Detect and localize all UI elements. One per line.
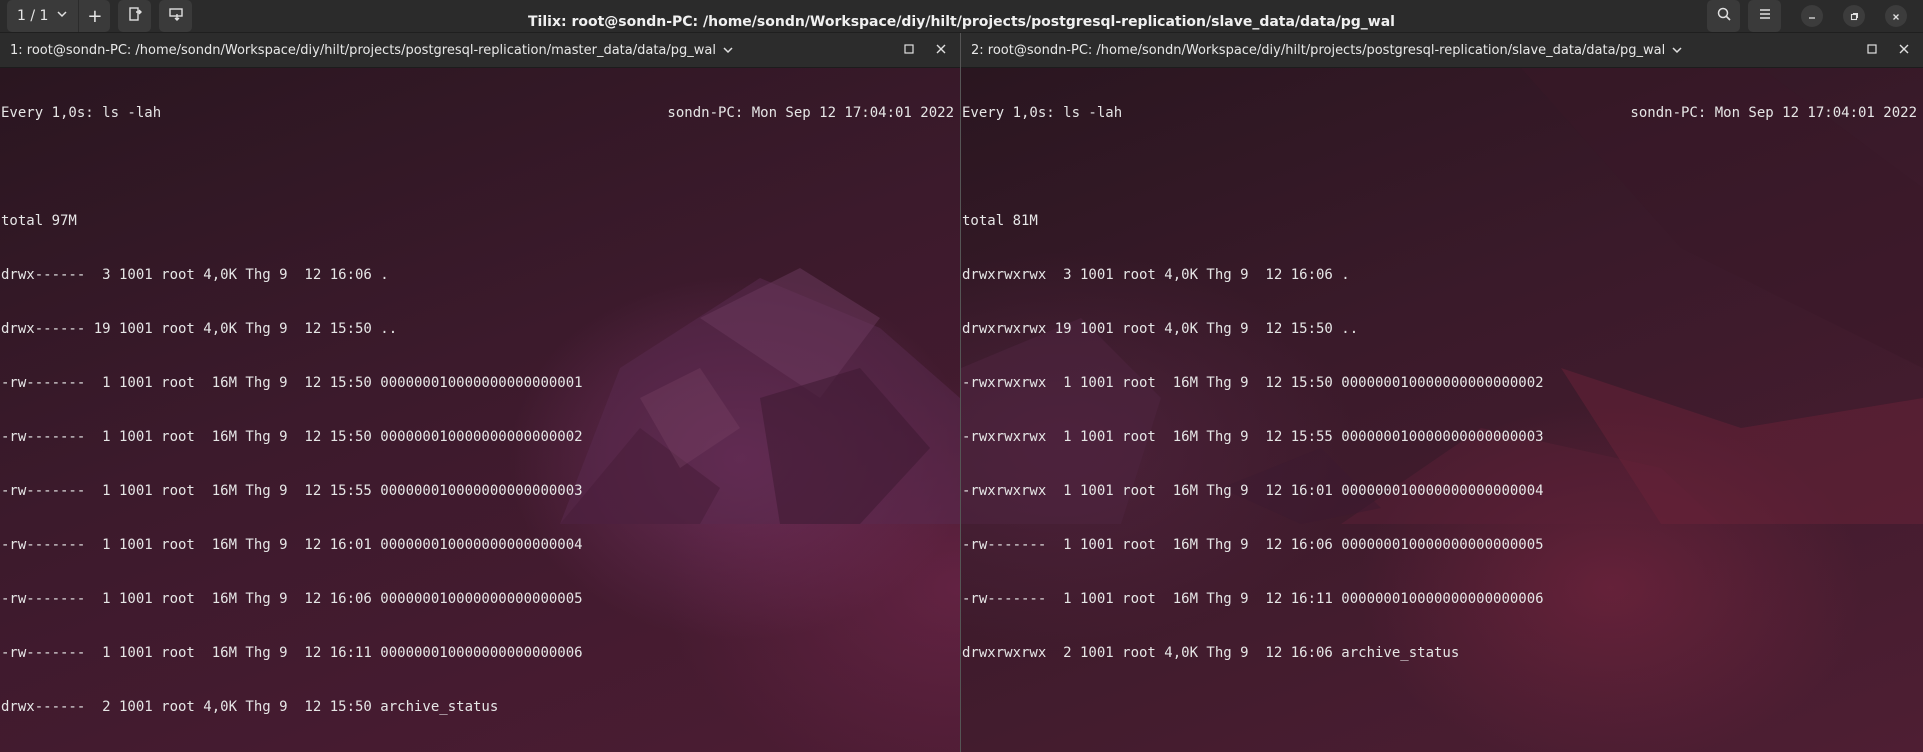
- window-title: Tilix: root@sondn-PC: /home/sondn/Worksp…: [528, 14, 1395, 30]
- search-icon: [1716, 6, 1732, 26]
- minimize-icon: [1807, 7, 1817, 26]
- listing-row: -rw------- 1 1001 root 16M Thg 9 12 16:0…: [1, 591, 583, 607]
- session-switcher: 1 / 1 +: [7, 0, 111, 32]
- maximize-terminal-button[interactable]: [904, 43, 914, 58]
- listing-row: -rw------- 1 1001 root 16M Thg 9 12 15:5…: [1, 483, 583, 499]
- split-right-icon: [127, 6, 143, 26]
- close-terminal-button[interactable]: [936, 43, 946, 58]
- terminal-title: 2: root@sondn-PC: /home/sondn/Workspace/…: [971, 42, 1666, 58]
- listing-row: -rw------- 1 1001 root 16M Thg 9 12 16:1…: [1, 645, 583, 661]
- terminal-view[interactable]: Every 1,0s: ls -lah sondn-PC: Mon Sep 12…: [0, 68, 960, 752]
- terminal-title-bar[interactable]: 2: root@sondn-PC: /home/sondn/Workspace/…: [961, 33, 1923, 68]
- close-icon: [1891, 7, 1901, 26]
- total-line: total 81M: [962, 213, 1038, 229]
- chevron-down-icon[interactable]: [722, 44, 734, 56]
- listing-row: -rwxrwxrwx 1 1001 root 16M Thg 9 12 16:0…: [962, 483, 1544, 499]
- tilix-window: 1 / 1 + Tilix: root@sondn-PC: /home/sond…: [0, 0, 1923, 752]
- header-left-controls: 1 / 1 +: [0, 0, 193, 32]
- plus-icon: +: [87, 5, 103, 27]
- header-bar: 1 / 1 + Tilix: root@sondn-PC: /home/sond…: [0, 0, 1923, 33]
- chevron-down-icon: [56, 8, 68, 24]
- listing-row: drwx------ 3 1001 root 4,0K Thg 9 12 16:…: [1, 267, 389, 283]
- listing-row: drwxrwxrwx 19 1001 root 4,0K Thg 9 12 15…: [962, 321, 1359, 337]
- listing-row: -rw------- 1 1001 root 16M Thg 9 12 16:0…: [1, 537, 583, 553]
- watch-host-time: sondn-PC: Mon Sep 12 17:04:01 2022: [667, 105, 954, 121]
- terminal-output: Every 1,0s: ls -lah sondn-PC: Mon Sep 12…: [0, 68, 960, 752]
- listing-row: -rw------- 1 1001 root 16M Thg 9 12 16:1…: [962, 591, 1544, 607]
- add-session-button[interactable]: +: [79, 0, 110, 32]
- watch-command: Every 1,0s: ls -lah: [1, 105, 162, 121]
- maximize-icon: [1849, 7, 1859, 26]
- find-button[interactable]: [1707, 0, 1740, 32]
- listing-row: -rw------- 1 1001 root 16M Thg 9 12 15:5…: [1, 429, 583, 445]
- session-label: 1 / 1: [17, 8, 49, 24]
- listing-row: drwxrwxrwx 3 1001 root 4,0K Thg 9 12 16:…: [962, 267, 1350, 283]
- listing-row: drwxrwxrwx 2 1001 root 4,0K Thg 9 12 16:…: [962, 645, 1460, 661]
- listing-row: drwx------ 19 1001 root 4,0K Thg 9 12 15…: [1, 321, 398, 337]
- maximize-terminal-button[interactable]: [1867, 43, 1877, 58]
- hamburger-menu-icon: [1757, 6, 1773, 26]
- listing-row: -rw------- 1 1001 root 16M Thg 9 12 15:5…: [1, 375, 583, 391]
- menu-button[interactable]: [1748, 0, 1781, 32]
- listing-row: drwx------ 2 1001 root 4,0K Thg 9 12 15:…: [1, 699, 499, 715]
- header-right-controls: [1707, 0, 1923, 32]
- watch-header: Every 1,0s: ls -lah sondn-PC: Mon Sep 12…: [1, 104, 960, 122]
- session-dropdown-button[interactable]: 1 / 1: [7, 0, 80, 32]
- terminal-controls: [1867, 43, 1923, 58]
- terminal-view[interactable]: Every 1,0s: ls -lah sondn-PC: Mon Sep 12…: [961, 68, 1923, 752]
- close-window-button[interactable]: [1885, 5, 1907, 27]
- terminal-title: 1: root@sondn-PC: /home/sondn/Workspace/…: [10, 42, 716, 58]
- split-down-icon: [168, 6, 184, 26]
- terminal-output: Every 1,0s: ls -lah sondn-PC: Mon Sep 12…: [961, 68, 1923, 698]
- listing-row: -rwxrwxrwx 1 1001 root 16M Thg 9 12 15:5…: [962, 429, 1544, 445]
- minimize-button[interactable]: [1801, 5, 1823, 27]
- terminal-pane-1[interactable]: 1: root@sondn-PC: /home/sondn/Workspace/…: [0, 33, 960, 752]
- watch-header: Every 1,0s: ls -lah sondn-PC: Mon Sep 12…: [962, 104, 1923, 122]
- terminal-title-bar[interactable]: 1: root@sondn-PC: /home/sondn/Workspace/…: [0, 33, 960, 68]
- watch-host-time: sondn-PC: Mon Sep 12 17:04:01 2022: [1630, 105, 1917, 121]
- add-terminal-down-button[interactable]: [159, 0, 193, 32]
- chevron-down-icon[interactable]: [1671, 44, 1683, 56]
- terminal-pane-2[interactable]: 2: root@sondn-PC: /home/sondn/Workspace/…: [961, 33, 1923, 752]
- listing-row: -rw------- 1 1001 root 16M Thg 9 12 16:0…: [962, 537, 1544, 553]
- terminal-panes: 1: root@sondn-PC: /home/sondn/Workspace/…: [0, 33, 1923, 752]
- terminal-controls: [904, 43, 960, 58]
- close-terminal-button[interactable]: [1899, 43, 1909, 58]
- watch-command: Every 1,0s: ls -lah: [962, 105, 1123, 121]
- total-line: total 97M: [1, 213, 77, 229]
- add-terminal-right-button[interactable]: [118, 0, 152, 32]
- maximize-button[interactable]: [1843, 5, 1865, 27]
- listing-row: -rwxrwxrwx 1 1001 root 16M Thg 9 12 15:5…: [962, 375, 1544, 391]
